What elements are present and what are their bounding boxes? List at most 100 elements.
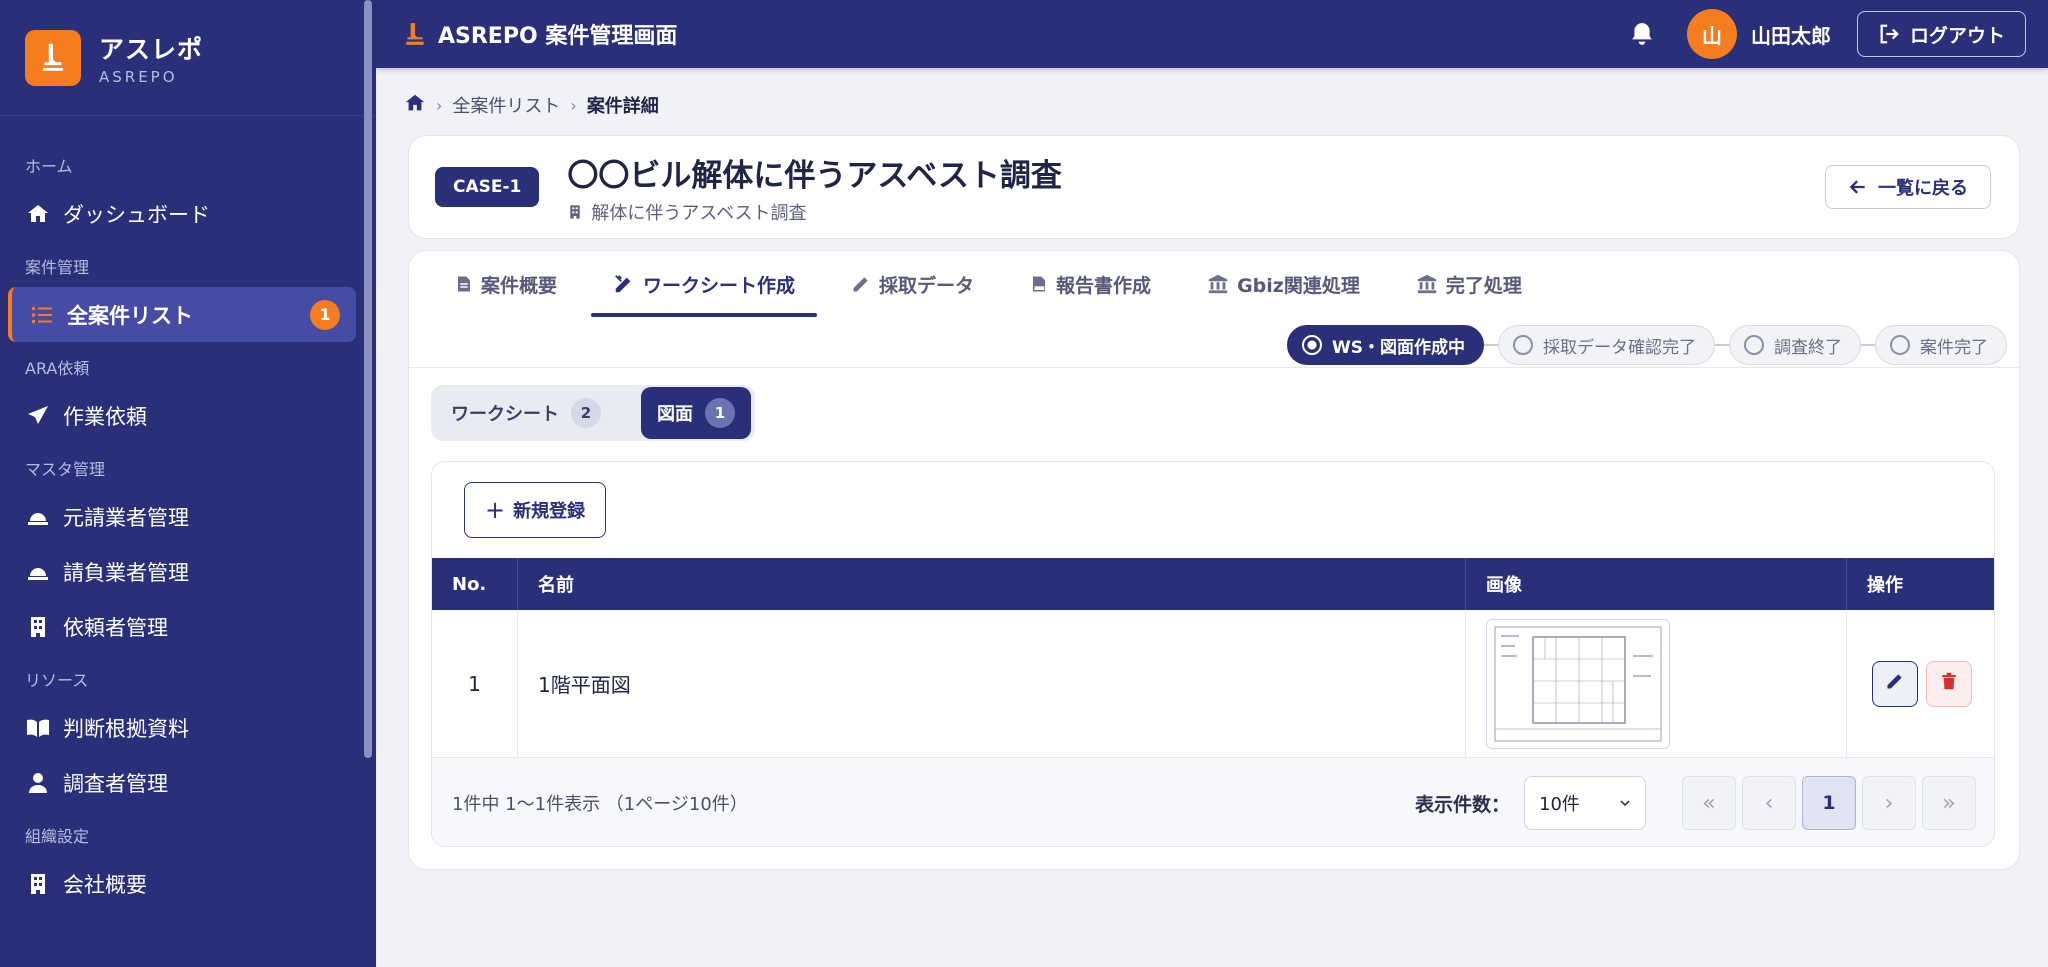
case-subtitle: 解体に伴うアスベスト調査 [567, 199, 1061, 225]
home-icon[interactable] [404, 92, 426, 119]
case-count-badge: 1 [310, 299, 340, 330]
nav-section-master: マスタ管理 [25, 460, 106, 479]
next-page-button[interactable]: › [1862, 776, 1916, 830]
chevron-right-icon: › [570, 95, 577, 115]
count-badge: 2 [571, 398, 601, 428]
avatar[interactable]: 山 [1686, 9, 1737, 59]
sidebar-item-label: 会社概要 [63, 872, 147, 897]
new-button-label: 新規登録 [513, 501, 586, 522]
sidebar-item-requester[interactable]: 依頼者管理 [0, 599, 376, 654]
tab-overview[interactable]: 案件概要 [433, 251, 579, 317]
case-title: 〇〇ビル解体に伴うアスベスト調査 [567, 157, 1062, 194]
count-badge: 1 [705, 398, 735, 428]
logout-label: ログアウト [1909, 24, 2005, 47]
case-subtitle-text: 解体に伴うアスベスト調査 [591, 202, 807, 224]
chevron-left-icon: ‹ [1764, 790, 1774, 816]
sidebar-item-reference[interactable]: 判断根拠資料 [0, 700, 376, 755]
delete-button[interactable] [1925, 660, 1972, 707]
brand-logo-icon [25, 29, 81, 86]
document-icon [455, 274, 473, 294]
page-button[interactable]: 1 [1802, 776, 1856, 830]
sidebar-item-prime-contractor[interactable]: 元請業者管理 [0, 489, 376, 544]
tab-report[interactable]: 報告書作成 [1008, 251, 1173, 317]
user-icon [25, 770, 51, 796]
sidebar-item-label: 依頼者管理 [63, 615, 168, 640]
arrow-left-icon [1848, 177, 1868, 197]
bell-icon[interactable] [1627, 19, 1657, 49]
sidebar-item-label: 作業依頼 [63, 404, 147, 429]
table-row: 1 1階平面図 [432, 610, 1994, 758]
paper-plane-icon [25, 403, 51, 429]
brand-name: アスレポ [99, 34, 204, 64]
top-header: ASREPO 案件管理画面 山 山田太郎 ログアウト [376, 0, 2048, 68]
breadcrumb-current: 案件詳細 [586, 96, 659, 117]
status-stepper: WS・図面作成中 採取データ確認完了 調査終了 案件完了 [1287, 325, 2007, 365]
radio-icon [1513, 335, 1533, 355]
back-to-list-button[interactable]: 一覧に戻る [1825, 165, 1991, 209]
row-name: 1階平面図 [518, 610, 1466, 757]
double-chevron-left-icon: « [1702, 790, 1716, 816]
breadcrumb-all-cases[interactable]: 全案件リスト [452, 92, 560, 118]
per-page-select[interactable]: 10件 [1524, 776, 1646, 830]
hard-hat-icon [25, 559, 51, 585]
tab-worksheet[interactable]: ワークシート作成 [591, 251, 818, 317]
logout-button[interactable]: ログアウト [1856, 11, 2026, 57]
sidebar-item-label: 調査者管理 [63, 771, 168, 796]
trash-icon [1940, 671, 1958, 696]
sidebar: アスレポ ASREPO ホーム ダッシュボード 案件管理 全案件リスト 1 AR… [0, 0, 376, 967]
last-page-button[interactable]: » [1922, 776, 1976, 830]
sub-tab-worksheet[interactable]: ワークシート 2 [435, 387, 617, 439]
double-chevron-right-icon: » [1942, 790, 1956, 816]
prev-page-button[interactable]: ‹ [1742, 776, 1796, 830]
tab-sampling-data[interactable]: 採取データ [829, 251, 996, 317]
edit-button[interactable] [1871, 660, 1918, 707]
col-no: No. [432, 558, 518, 610]
tab-label: 案件概要 [481, 274, 558, 297]
status-connector [1484, 344, 1498, 346]
radio-checked-icon [1302, 335, 1322, 355]
status-step-survey-end[interactable]: 調査終了 [1729, 325, 1861, 365]
sidebar-item-company[interactable]: 会社概要 [0, 856, 376, 911]
sidebar-item-label: 判断根拠資料 [63, 716, 189, 741]
plus-icon: + [485, 496, 506, 524]
per-page-label: 表示件数： [1414, 793, 1510, 816]
chevron-down-icon [1619, 793, 1631, 814]
tab-gbiz[interactable]: Gbiz関連処理 [1185, 251, 1382, 317]
nav-section-ara: ARA依頼 [25, 359, 90, 378]
status-connector [1861, 344, 1875, 346]
user-name[interactable]: 山田太郎 [1751, 20, 1831, 49]
new-register-button[interactable]: + 新規登録 [464, 482, 607, 538]
tab-label: ワークシート作成 [643, 274, 796, 297]
col-ops: 操作 [1867, 575, 1903, 596]
status-step-ws[interactable]: WS・図面作成中 [1287, 325, 1484, 365]
status-step-sampling[interactable]: 採取データ確認完了 [1498, 325, 1715, 365]
status-step-case-complete[interactable]: 案件完了 [1875, 325, 2007, 365]
tab-completion[interactable]: 完了処理 [1394, 251, 1544, 317]
book-icon [25, 715, 51, 741]
drawing-thumbnail[interactable] [1486, 618, 1670, 749]
tab-label: 採取データ [879, 274, 975, 297]
first-page-button[interactable]: « [1682, 776, 1736, 830]
sidebar-item-work-request[interactable]: 作業依頼 [0, 388, 376, 443]
sidebar-item-label: 全案件リスト [67, 303, 193, 328]
back-label: 一覧に戻る [1878, 178, 1968, 199]
status-label: 案件完了 [1920, 337, 1988, 358]
sidebar-item-surveyor[interactable]: 調査者管理 [0, 755, 376, 810]
radio-icon [1744, 335, 1764, 355]
status-label: 採取データ確認完了 [1543, 337, 1696, 358]
sidebar-item-subcontractor[interactable]: 請負業者管理 [0, 544, 376, 599]
sidebar-item-dashboard[interactable]: ダッシュボード [0, 186, 376, 241]
pagination-info: 1件中 1〜1件表示 （1ページ10件） [452, 794, 748, 815]
building-icon [25, 614, 51, 640]
sub-tab-label: ワークシート [451, 404, 559, 425]
bank-icon [1207, 273, 1229, 295]
chevron-right-icon: › [1884, 790, 1894, 816]
sidebar-item-all-cases[interactable]: 全案件リスト 1 [8, 287, 356, 342]
sidebar-item-label: 元請業者管理 [63, 505, 189, 530]
pencil-icon [851, 274, 871, 294]
sub-tab-drawing[interactable]: 図面 1 [641, 387, 751, 439]
home-icon [25, 201, 51, 227]
brand[interactable]: アスレポ ASREPO [0, 0, 376, 116]
per-page-value: 10件 [1539, 794, 1580, 815]
microscope-icon [402, 21, 428, 47]
